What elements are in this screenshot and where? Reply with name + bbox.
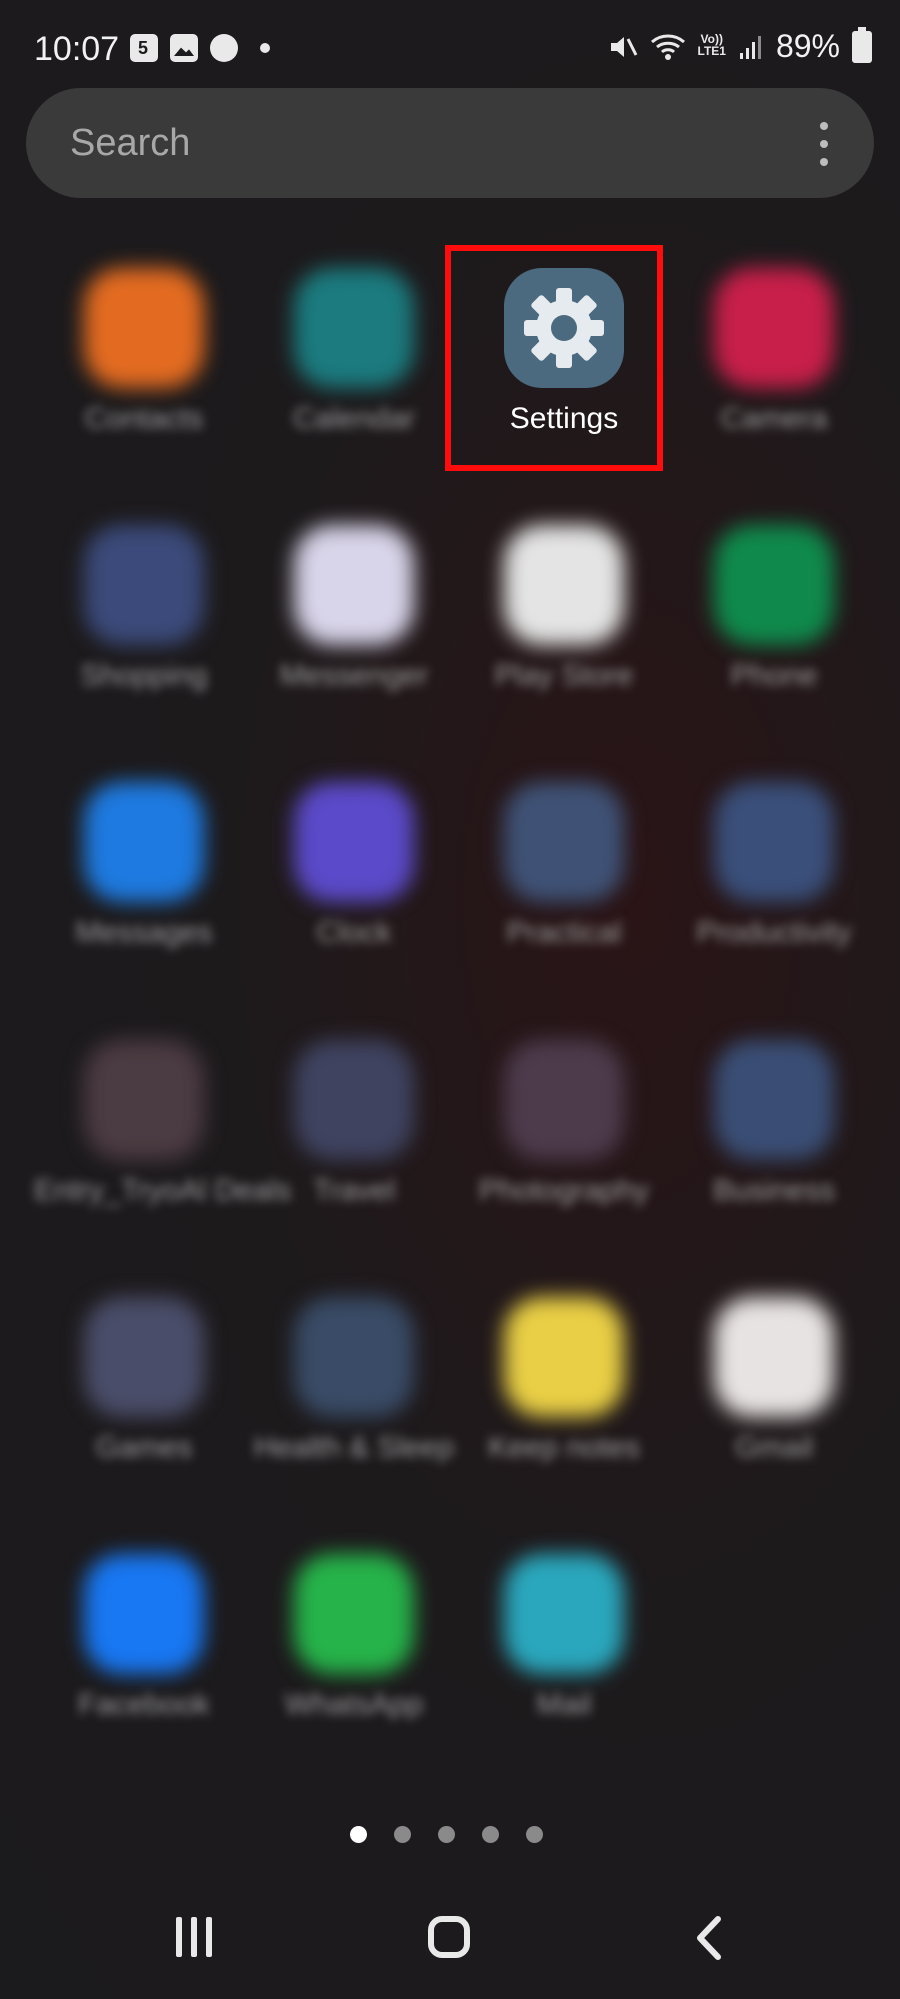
app-play-store[interactable]: Play Store [464, 525, 644, 755]
app-clock[interactable]: Clock [254, 782, 434, 1012]
messages-icon [84, 782, 204, 902]
app-phone[interactable]: Phone [674, 525, 854, 755]
app-mail[interactable]: Mail [464, 1554, 644, 1784]
mute-icon [610, 36, 637, 57]
more-notifications-dot-icon [260, 43, 270, 53]
app-camera[interactable]: Camera [674, 268, 854, 498]
app-label: Health & Sleep [253, 1431, 455, 1464]
folder-icon [84, 1297, 204, 1417]
app-photography[interactable]: Photography [464, 1040, 649, 1270]
app-label: Keep notes [488, 1431, 640, 1464]
folder-icon [504, 1040, 624, 1160]
folder-icon [294, 1040, 414, 1160]
volte-label: Vo)) [700, 31, 723, 46]
app-label: Clock [316, 916, 392, 949]
app-label: Mail [536, 1688, 592, 1721]
app-search-bar[interactable]: Search [26, 88, 874, 198]
app-productivity[interactable]: Productivity [674, 782, 854, 1012]
app-keep-notes[interactable]: Keep notes [464, 1297, 644, 1527]
app-business[interactable]: Business [674, 1040, 854, 1270]
app-shopping[interactable]: Shopping [44, 525, 224, 755]
clock-icon [294, 782, 414, 902]
back-button[interactable] [690, 1915, 730, 1961]
app-label: Contacts [84, 402, 204, 435]
page-dot-5[interactable] [526, 1826, 543, 1843]
search-input[interactable]: Search [70, 122, 190, 165]
app-games[interactable]: Games [44, 1297, 224, 1527]
gmail-icon [714, 1297, 834, 1417]
gallery-notification-icon [170, 34, 198, 62]
app-travel[interactable]: Travel [254, 1040, 434, 1270]
settings-highlight-box [445, 245, 663, 471]
app-contacts[interactable]: Contacts [44, 268, 224, 498]
app-label: Messages [75, 916, 213, 949]
app-label: Photography [478, 1174, 650, 1207]
app-messenger[interactable]: Messenger [254, 525, 434, 755]
app-health-sleep[interactable]: Health & Sleep [254, 1297, 454, 1527]
app-label: Facebook [78, 1688, 210, 1721]
status-time: 10:07 [34, 30, 120, 68]
phone-icon [714, 525, 834, 645]
home-button[interactable] [428, 1916, 470, 1958]
page-dot-2[interactable] [394, 1826, 411, 1843]
contacts-icon [84, 268, 204, 388]
mail-icon [504, 1554, 624, 1674]
whatsapp-icon [294, 1554, 414, 1674]
folder-icon [714, 782, 834, 902]
battery-percentage: 89% [775, 28, 840, 64]
app-label: WhatsApp [284, 1688, 424, 1721]
app-gmail[interactable]: Gmail [674, 1297, 854, 1527]
app-entry-tryoal-deals[interactable]: Entry_TryoAl Deals [34, 1040, 291, 1270]
calendar-icon [294, 268, 414, 388]
page-dot-3[interactable] [438, 1826, 455, 1843]
page-indicator [350, 1826, 543, 1843]
folder-icon [84, 525, 204, 645]
app-label: Messenger [279, 659, 429, 692]
app-label: Travel [312, 1174, 396, 1207]
app-label: Business [713, 1174, 835, 1207]
lte-indicator: Vo)) LTE1 [698, 33, 726, 61]
app-label: Productivity [696, 916, 852, 949]
lte-label: LTE1 [697, 43, 726, 58]
status-bar: 10:07 Vo)) LTE1 89% [0, 0, 900, 100]
battery-icon [852, 26, 872, 63]
app-whatsapp[interactable]: WhatsApp [254, 1554, 434, 1784]
folder-icon [714, 1040, 834, 1160]
app-label: Phone [730, 659, 818, 692]
app-facebook[interactable]: Facebook [44, 1554, 224, 1784]
app-calendar[interactable]: Calendar [254, 268, 434, 498]
facebook-icon [84, 1554, 204, 1674]
folder-icon [504, 782, 624, 902]
app-label: Games [95, 1431, 193, 1464]
notes-icon [504, 1297, 624, 1417]
camera-icon [714, 268, 834, 388]
signal-strength-icon [739, 35, 761, 59]
page-dot-1[interactable] [350, 1826, 367, 1843]
app-label: Shopping [80, 659, 208, 692]
calendar-notification-icon [130, 34, 158, 62]
app-label: Calendar [293, 402, 415, 435]
app-label: Camera [720, 402, 828, 435]
app-label: Entry_TryoAl Deals [34, 1174, 292, 1207]
recent-apps-button[interactable] [176, 1917, 220, 1957]
navigation-bar [0, 1890, 900, 1999]
play-store-icon [504, 525, 624, 645]
app-notification-icon [210, 34, 238, 62]
folder-icon [84, 1040, 204, 1160]
notification-icons [130, 34, 270, 62]
wifi-icon [650, 34, 685, 60]
page-dot-4[interactable] [482, 1826, 499, 1843]
system-status-icons: Vo)) LTE1 89% [608, 26, 872, 65]
app-practical[interactable]: Practical [464, 782, 644, 1012]
app-label: Practical [506, 916, 622, 949]
more-options-icon[interactable] [820, 122, 828, 166]
app-label: Play Store [494, 659, 634, 692]
app-messages[interactable]: Messages [44, 782, 224, 1012]
messenger-icon [294, 525, 414, 645]
app-label: Gmail [734, 1431, 814, 1464]
folder-icon [294, 1297, 414, 1417]
